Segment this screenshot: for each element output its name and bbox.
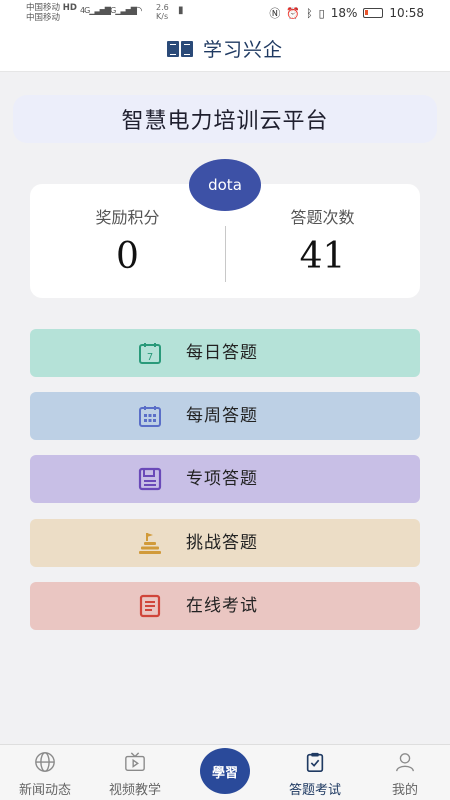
online-exam-button[interactable]: 在线考试 — [30, 582, 420, 630]
platform-banner: 智慧电力培训云平台 — [13, 95, 437, 143]
daily-quiz-button[interactable]: 7 每日答题 — [30, 329, 420, 377]
carrier-1: 中国移动 — [26, 3, 61, 13]
tv-icon — [125, 752, 145, 771]
topic-quiz-button[interactable]: 专项答题 — [30, 455, 420, 503]
nav-mine[interactable]: 我的 — [360, 745, 450, 800]
carrier-2: 中国移动 — [26, 13, 61, 23]
center-logo-button[interactable]: 學習 — [200, 748, 250, 794]
answers-stat[interactable]: 答题次数 41 — [225, 204, 420, 277]
menu-label: 在线考试 — [186, 596, 258, 616]
signal-2-icon: 2G▁▃▅▇ — [106, 6, 137, 15]
document-icon — [139, 594, 161, 618]
floppy-icon — [138, 467, 162, 491]
points-stat[interactable]: 奖励积分 0 — [30, 204, 225, 277]
bluetooth-icon: ᛒ — [306, 6, 313, 20]
status-right: Ⓝ ⏰ ᛒ ▯ 18% 10:58 — [269, 5, 424, 21]
menu-label: 专项答题 — [186, 469, 258, 489]
app-header: 学习兴企 — [0, 26, 450, 72]
battery-icon — [363, 8, 384, 18]
podium-icon — [139, 533, 161, 554]
clock: 10:58 — [389, 6, 424, 20]
book-icon — [166, 39, 193, 59]
menu-label: 每日答题 — [186, 343, 258, 363]
points-label: 奖励积分 — [95, 208, 160, 227]
calendar-7-icon: 7 — [139, 343, 161, 364]
app-title: 学习兴企 — [202, 39, 283, 61]
globe-icon — [35, 752, 55, 772]
avatar[interactable]: dota — [189, 159, 261, 211]
points-value: 0 — [116, 236, 139, 277]
weekly-quiz-button[interactable]: 每周答题 — [30, 392, 420, 440]
menu-label: 每周答题 — [186, 406, 258, 426]
calendar-grid-icon — [139, 406, 161, 427]
vibrate-icon: ▯ — [318, 6, 325, 20]
answers-value: 41 — [299, 236, 346, 277]
nav-video[interactable]: 视频教学 — [90, 745, 180, 800]
network-speed: 2.6 K/s — [156, 3, 169, 21]
nav-label: 视频教学 — [108, 783, 161, 798]
hd-badge: HD — [62, 3, 77, 13]
nav-label: 答题考试 — [288, 783, 341, 798]
nav-label: 新闻动态 — [18, 783, 71, 798]
clipboard-check-icon — [306, 752, 324, 772]
user-icon — [396, 753, 414, 772]
nav-quiz[interactable]: 答题考试 — [270, 745, 360, 800]
sim-icon: ▮ — [178, 5, 183, 16]
menu-label: 挑战答题 — [186, 533, 258, 553]
nav-news[interactable]: 新闻动态 — [0, 745, 90, 800]
challenge-quiz-button[interactable]: 挑战答题 — [30, 519, 420, 567]
answers-label: 答题次数 — [290, 208, 355, 227]
status-bar: 中国移动 HD 中国移动 4G▁▃▅▇ 2G▁▃▅▇ ◠ 2.6 K/s ▮ Ⓝ… — [0, 0, 450, 26]
alarm-icon: ⏰ — [286, 6, 301, 20]
carrier-info: 中国移动 HD 中国移动 — [26, 3, 77, 23]
nfc-icon: Ⓝ — [269, 7, 281, 20]
wifi-icon: ◠ — [133, 4, 143, 17]
nav-label: 我的 — [391, 783, 418, 798]
battery-percent: 18% — [330, 6, 358, 20]
svg-text:7: 7 — [147, 352, 153, 363]
